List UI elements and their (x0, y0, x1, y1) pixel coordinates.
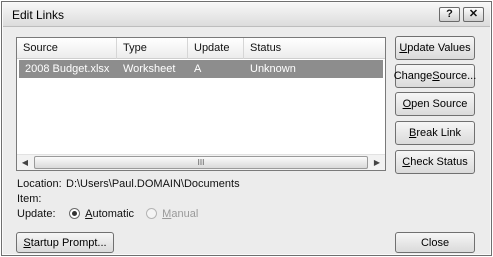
cell-source: 2008 Budget.xlsx (25, 63, 110, 75)
manual-label: Manual (162, 208, 199, 220)
check-status-button[interactable]: Check Status (395, 150, 475, 174)
column-header-update[interactable]: Update (188, 38, 244, 59)
update-mode-row: Update: Automatic Manual (17, 208, 198, 220)
startup-prompt-button[interactable]: Startup Prompt... (16, 232, 114, 253)
change-source-button[interactable]: Change Source... (394, 64, 476, 88)
item-row: Item: (17, 193, 66, 205)
break-link-button[interactable]: Break Link (395, 121, 475, 145)
column-header-type[interactable]: Type (117, 38, 188, 59)
manual-radio-option: Manual (146, 208, 198, 220)
close-button[interactable]: Close (395, 232, 475, 253)
automatic-radio[interactable] (69, 208, 81, 219)
links-list[interactable]: Source Type Update Status 2008 Budget.xl… (16, 37, 386, 171)
automatic-label: Automatic (85, 208, 135, 220)
title-bar: Edit Links ? ✕ (3, 3, 490, 27)
grip-icon: III (197, 157, 205, 167)
horizontal-scrollbar[interactable]: ◀ III ▶ (17, 154, 385, 170)
scroll-right-icon[interactable]: ▶ (369, 155, 385, 170)
cell-update: A (194, 63, 202, 75)
manual-radio (146, 208, 158, 219)
close-window-button[interactable]: ✕ (463, 7, 484, 22)
update-values-button[interactable]: Update Values (395, 36, 475, 60)
table-row[interactable]: 2008 Budget.xlsx Worksheet A Unknown (19, 60, 383, 78)
scrollbar-thumb[interactable]: III (34, 156, 368, 169)
scroll-left-icon[interactable]: ◀ (17, 155, 33, 170)
help-button[interactable]: ? (439, 7, 460, 22)
links-list-header: Source Type Update Status (17, 38, 385, 59)
column-header-status[interactable]: Status (244, 38, 385, 59)
location-row: Location: D:\Users\Paul.DOMAIN\Documents (17, 178, 240, 190)
item-label: Item: (17, 193, 42, 205)
close-icon: ✕ (468, 8, 479, 20)
help-icon: ? (446, 8, 453, 20)
cell-status: Unknown (250, 63, 296, 75)
column-header-source[interactable]: Source (17, 38, 117, 59)
cell-type: Worksheet (123, 63, 176, 75)
automatic-radio-option[interactable]: Automatic (69, 208, 137, 220)
update-mode-label: Update: (17, 208, 56, 220)
location-value: D:\Users\Paul.DOMAIN\Documents (66, 178, 240, 190)
location-label: Location: (17, 178, 62, 190)
dialog-title: Edit Links (12, 8, 65, 22)
open-source-button[interactable]: Open Source (395, 92, 475, 116)
